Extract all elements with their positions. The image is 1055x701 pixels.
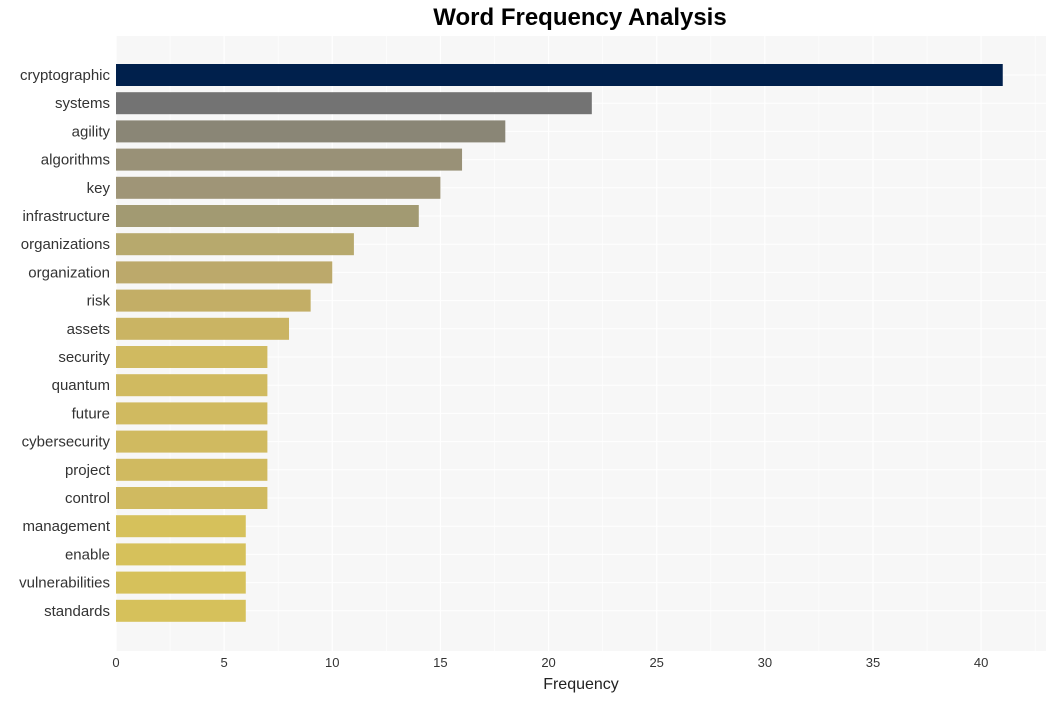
bar-key — [116, 176, 441, 199]
bar-organization — [116, 261, 333, 284]
y-tick-label: risk — [87, 293, 111, 310]
y-tick-label: project — [65, 462, 111, 479]
x-tick-label: 20 — [541, 655, 555, 670]
bar-security — [116, 346, 268, 368]
bar-enable — [116, 543, 246, 566]
y-tick-label: cryptographic — [20, 67, 111, 84]
y-tick-label: agility — [72, 123, 111, 140]
bar-assets — [116, 317, 290, 340]
bar-risk — [116, 289, 311, 312]
bar-agility — [116, 120, 506, 143]
bar-cryptographic — [116, 64, 1003, 86]
x-tick-label: 15 — [433, 655, 447, 670]
bar-project — [116, 458, 268, 481]
x-tick-label: 0 — [112, 655, 119, 670]
bar-algorithms — [116, 148, 463, 171]
bar-vulnerabilities — [116, 571, 246, 594]
y-tick-label: quantum — [52, 377, 110, 394]
bar-cybersecurity — [116, 430, 268, 453]
bar-organizations — [116, 233, 354, 256]
y-tick-label: assets — [67, 321, 110, 338]
x-tick-label: 10 — [325, 655, 339, 670]
bar-standards — [116, 599, 246, 622]
x-tick-label: 25 — [649, 655, 663, 670]
x-tick-label: 35 — [866, 655, 880, 670]
bar-management — [116, 515, 246, 538]
y-tick-label: future — [72, 405, 110, 422]
y-axis-tick-labels: cryptographic systems agility algorithms key… — [19, 67, 111, 620]
bar-infrastructure — [116, 205, 419, 227]
y-tick-label: control — [65, 490, 110, 507]
y-tick-label: infrastructure — [22, 208, 110, 225]
bar-quantum — [116, 374, 268, 397]
y-tick-label: vulnerabilities — [19, 575, 110, 592]
bar-chart: cryptographic systems agility algorithms key… — [19, 36, 1046, 693]
bar-systems — [116, 92, 592, 115]
x-tick-label: 30 — [758, 655, 772, 670]
bar-future — [116, 402, 268, 425]
x-axis-label: Frequency — [543, 676, 619, 693]
y-tick-label: standards — [44, 603, 110, 620]
bar-control — [116, 487, 268, 509]
x-tick-label: 40 — [974, 655, 988, 670]
y-tick-label: systems — [55, 95, 110, 112]
y-tick-label: organization — [28, 264, 110, 281]
x-axis-tick-labels: 0 5 10 15 20 25 30 35 40 — [112, 655, 988, 670]
y-tick-label: algorithms — [41, 152, 110, 169]
y-tick-label: security — [58, 349, 110, 366]
y-tick-label: cybersecurity — [22, 434, 111, 451]
y-tick-label: organizations — [21, 236, 110, 253]
y-tick-label: key — [87, 180, 111, 197]
y-tick-label: management — [22, 518, 110, 535]
x-tick-label: 5 — [221, 655, 228, 670]
y-tick-label: enable — [65, 546, 110, 563]
